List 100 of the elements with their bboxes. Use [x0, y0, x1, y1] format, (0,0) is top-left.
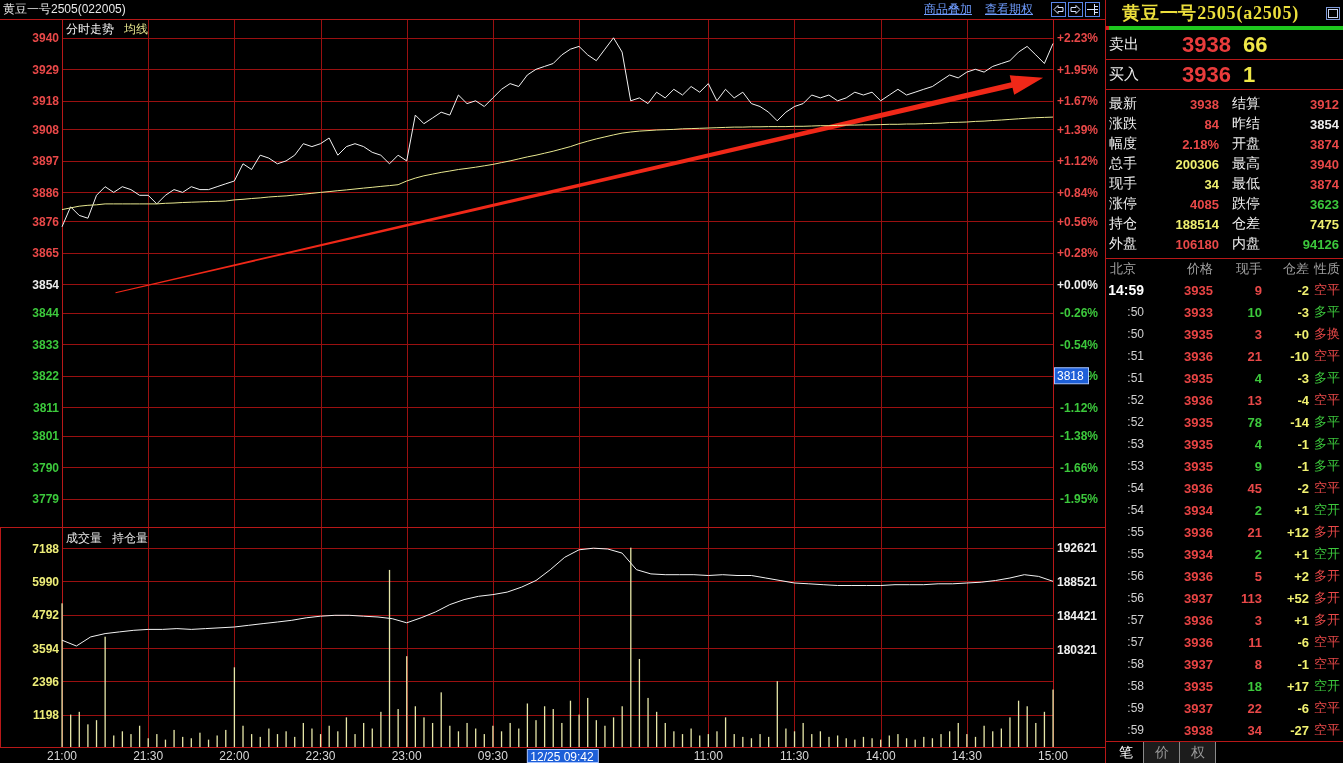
price-axis-label: 3790 — [32, 460, 59, 475]
trade-change: +1 — [1293, 612, 1309, 628]
trade-price: 3936 — [1183, 568, 1213, 584]
volume-bar — [95, 720, 98, 747]
trade-type: 多开 — [1313, 589, 1341, 607]
open-interest-axis-label: 180321 — [1057, 643, 1098, 658]
volume-bar — [526, 703, 529, 747]
percent-axis-label: -0.26% — [1059, 306, 1098, 321]
time-axis-label: 23:00 — [391, 749, 422, 763]
order-volume: 66 — [1243, 31, 1268, 58]
trade-type: 空平 — [1313, 479, 1341, 497]
trade-volume: 21 — [1246, 524, 1262, 540]
open-interest-axis-label: 184421 — [1057, 609, 1098, 624]
quote-title: 黄豆一号2505(a2505) — [1122, 2, 1299, 25]
time-axis-label: 14:00 — [865, 749, 896, 763]
trade-time: :54 — [1126, 503, 1145, 517]
layout-button[interactable] — [1085, 2, 1100, 17]
next-button[interactable] — [1068, 2, 1083, 17]
trade-volume: 3 — [1253, 612, 1262, 628]
stat-value: 94126 — [1301, 236, 1339, 252]
time-axis-label: 21:00 — [47, 749, 77, 763]
stat-label: 现手 — [1109, 175, 1138, 193]
volume-axis-label: 7188 — [32, 541, 59, 556]
trade-type: 空开 — [1313, 501, 1341, 519]
previous-button[interactable] — [1051, 2, 1066, 17]
stat-label: 最新 — [1109, 95, 1138, 113]
tab[interactable]: 权 — [1180, 742, 1216, 763]
trade-price: 3936 — [1183, 612, 1213, 628]
trade-price: 3937 — [1183, 590, 1213, 606]
trade-type: 多换 — [1313, 325, 1341, 343]
trade-price: 3935 — [1183, 370, 1213, 386]
volume-bar — [905, 738, 908, 747]
trade-change: -6 — [1296, 700, 1309, 716]
trade-price: 3936 — [1183, 634, 1213, 650]
trade-type: 多开 — [1313, 567, 1341, 585]
price-axis-label: 3822 — [32, 369, 59, 384]
trade-volume: 18 — [1246, 678, 1262, 694]
trade-price: 3935 — [1183, 282, 1213, 298]
volume-bar — [793, 731, 796, 747]
order-price: 3936 — [1181, 61, 1231, 88]
stat-value: 84 — [1203, 116, 1219, 132]
trade-volume: 113 — [1240, 590, 1262, 606]
trade-volume: 3 — [1253, 326, 1262, 342]
volume-bar — [724, 717, 727, 747]
trade-volume: 78 — [1246, 414, 1262, 430]
legend-label: 分时走势 — [66, 22, 114, 36]
volume-bar — [207, 739, 210, 747]
percent-axis-label: -1.66% — [1059, 460, 1098, 475]
trade-time: :59 — [1126, 701, 1145, 715]
trade-volume: 9 — [1253, 458, 1262, 474]
volume-bar — [543, 706, 546, 747]
trade-price: 3938 — [1183, 722, 1213, 738]
trade-change: -2 — [1296, 480, 1309, 496]
toolbar-link[interactable]: 商品叠加 — [924, 1, 972, 18]
legend-label: 持仓量 — [112, 531, 148, 545]
tab[interactable]: 价 — [1144, 742, 1180, 763]
trade-time: :52 — [1126, 415, 1145, 429]
stat-value: 200306 — [1174, 156, 1219, 172]
time-axis-label: 21:30 — [133, 749, 164, 763]
stat-label: 结算 — [1231, 95, 1261, 113]
trade-type: 空平 — [1313, 721, 1341, 739]
volume-axis-label: 3594 — [32, 641, 59, 656]
volume-bar — [836, 735, 839, 747]
percent-axis-label: -1.38% — [1059, 429, 1098, 444]
stat-label: 开盘 — [1231, 135, 1261, 153]
trade-change: +0 — [1293, 326, 1309, 342]
order-price: 3938 — [1181, 31, 1231, 58]
trade-price: 3936 — [1183, 348, 1213, 364]
legend-label: 成交量 — [66, 531, 102, 545]
cursor-price-label: 3818 — [1054, 367, 1089, 385]
stat-value: 4085 — [1189, 196, 1219, 212]
volume-bar — [931, 738, 934, 747]
trade-price: 3937 — [1183, 700, 1213, 716]
trade-volume: 22 — [1246, 700, 1262, 716]
stat-value: 3854 — [1309, 116, 1339, 132]
price-axis-label: 3918 — [32, 94, 59, 109]
time-axis-label: 14:30 — [951, 749, 982, 763]
column-header: 现手 — [1235, 260, 1262, 278]
volume-axis-label: 2396 — [32, 674, 59, 689]
stat-value: 3940 — [1309, 156, 1339, 172]
trade-volume: 13 — [1246, 392, 1262, 408]
volume-bar — [138, 725, 141, 747]
trade-change: -1 — [1296, 436, 1309, 452]
trade-time: :56 — [1126, 591, 1145, 605]
percent-axis-label: +0.28% — [1056, 246, 1098, 261]
trade-time: :57 — [1126, 635, 1145, 649]
trade-time: :54 — [1126, 481, 1145, 495]
stat-label: 总手 — [1109, 155, 1138, 173]
toolbar-link[interactable]: 查看期权 — [985, 1, 1033, 18]
stat-label: 跌停 — [1231, 195, 1261, 213]
percent-axis-label: +1.95% — [1056, 62, 1098, 77]
trade-type: 多平 — [1313, 413, 1341, 431]
stat-label: 涨停 — [1109, 195, 1138, 213]
stat-value: 3912 — [1309, 96, 1339, 112]
window-icon[interactable] — [1326, 6, 1340, 20]
trade-price: 3934 — [1183, 502, 1213, 518]
instrument-title: 黄豆一号2505(022005) — [3, 1, 127, 18]
trade-volume: 10 — [1246, 304, 1262, 320]
volume-bar — [681, 734, 684, 747]
trade-time: :51 — [1126, 349, 1145, 363]
